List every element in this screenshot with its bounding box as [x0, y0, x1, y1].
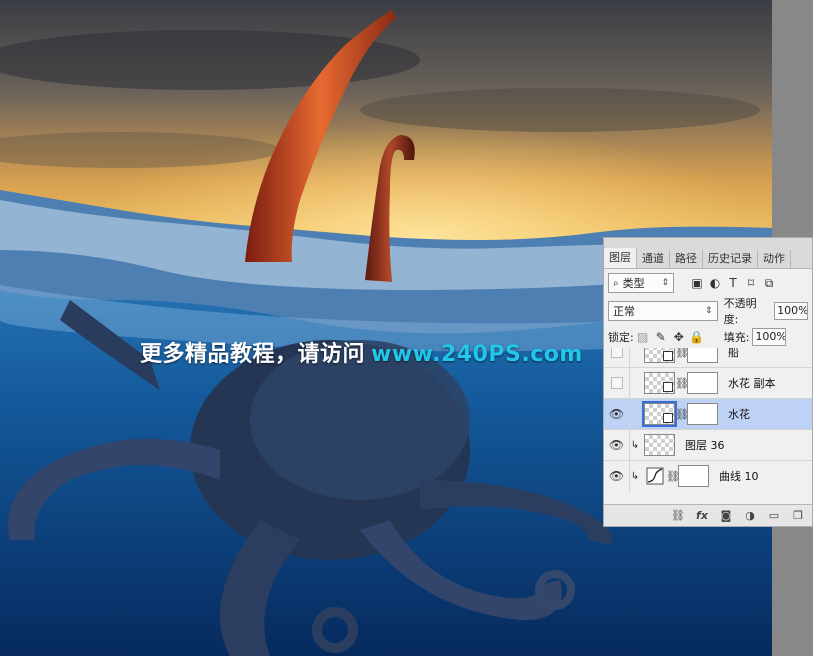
filter-shape-icon[interactable]: ⌑ [742, 276, 760, 291]
chain-icon[interactable]: ⛓ [675, 348, 689, 359]
chain-icon[interactable]: ⛓ [666, 470, 680, 483]
layer-thumbnail [644, 434, 675, 456]
search-icon: ⌕ [613, 277, 619, 289]
lock-all-icon[interactable]: 🔒 [688, 330, 706, 344]
lock-move-icon[interactable]: ✥ [670, 330, 688, 344]
visibility-toggle[interactable] [604, 348, 630, 368]
tab-layers[interactable]: 图层 [604, 248, 637, 268]
layer-mask-thumbnail [687, 372, 718, 394]
curves-adjustment-icon [644, 465, 666, 487]
layer-row-splash[interactable]: 👁 ⛓ 水花 [604, 398, 812, 430]
lock-brush-icon[interactable]: ✎ [652, 330, 670, 344]
fill-input[interactable]: 100% [752, 328, 787, 346]
layer-name: 图层 36 [685, 439, 725, 452]
layer-mask-thumbnail [678, 465, 709, 487]
layer-mask-thumbnail [687, 403, 718, 425]
fx-icon[interactable]: fx [690, 509, 714, 522]
filter-type-select[interactable]: ⌕ 类型 ⇕ [608, 273, 674, 293]
adjustment-icon[interactable]: ◑ [738, 509, 762, 522]
lock-row: 锁定: ▨ ✎ ✥ 🔒 填充: 100% [604, 325, 812, 349]
visibility-toggle[interactable]: 👁 [604, 398, 630, 430]
layer-thumbnail [644, 348, 675, 363]
hidden-box-icon [610, 348, 623, 358]
eye-icon: 👁 [608, 407, 625, 421]
filter-row: ⌕ 类型 ⇕ ▣ ◐ T ⌑ ⧉ [604, 269, 812, 297]
layer-thumbnail [644, 372, 675, 394]
watermark-url: www.240PS.com [371, 342, 583, 367]
blend-mode-value: 正常 [613, 305, 635, 318]
clipping-arrow-icon: ↳ [630, 470, 640, 482]
layer-name: 船 [728, 348, 739, 359]
filter-pixel-icon[interactable]: ▣ [688, 276, 706, 291]
filter-type-label: 类型 [622, 277, 645, 290]
folder-icon[interactable]: ▭ [762, 509, 786, 522]
tab-channels[interactable]: 通道 [637, 250, 670, 268]
filter-adjustment-icon[interactable]: ◐ [706, 276, 724, 291]
layers-list: ⛓ 船 ⛓ 水花 副本 👁 ⛓ 水花 👁 ↳ 图层 36 👁 ↳ ⛓ 曲线 10 [604, 348, 812, 506]
layer-mask-thumbnail [687, 348, 718, 363]
eye-icon: 👁 [608, 438, 625, 452]
layer-name: 水花 副本 [728, 377, 776, 390]
visibility-toggle[interactable]: 👁 [604, 460, 630, 492]
link-icon[interactable]: ⛓ [666, 509, 690, 522]
smart-object-icon [663, 382, 673, 392]
smart-object-icon [663, 413, 673, 423]
new-layer-icon[interactable]: ❐ [786, 509, 810, 522]
opacity-input[interactable]: 100% [774, 302, 809, 320]
panel-bottom-bar: ⛓ fx ◙ ◑ ▭ ❐ [604, 504, 812, 526]
layer-row-curves-10[interactable]: 👁 ↳ ⛓ 曲线 10 [604, 460, 812, 492]
layer-name: 水花 [728, 408, 750, 421]
blend-row: 正常 ⇕ 不透明度: 100% [604, 297, 812, 326]
tab-actions[interactable]: 动作 [758, 250, 791, 268]
tab-history[interactable]: 历史记录 [703, 250, 758, 268]
lock-label: 锁定: [608, 331, 634, 344]
panel-tabs: 图层 通道 路径 历史记录 动作 [604, 238, 812, 269]
layer-row-splash-copy[interactable]: ⛓ 水花 副本 [604, 367, 812, 399]
clipping-arrow-icon: ↳ [630, 439, 640, 451]
updown-arrow-icon: ⇕ [705, 306, 713, 316]
blend-mode-select[interactable]: 正常 ⇕ [608, 301, 718, 321]
filter-smart-object-icon[interactable]: ⧉ [760, 276, 778, 291]
chain-icon[interactable]: ⛓ [675, 377, 689, 390]
layer-row-ship[interactable]: ⛓ 船 [604, 348, 812, 368]
mask-icon[interactable]: ◙ [714, 509, 738, 522]
watermark: 更多精品教程，请访问 www.240PS.com [140, 336, 583, 368]
hidden-box-icon [610, 377, 623, 389]
eye-icon: 👁 [608, 469, 625, 483]
watermark-chinese-text: 更多精品教程，请访问 [140, 342, 366, 367]
fill-label: 填充: [723, 331, 750, 344]
lock-transparent-icon[interactable]: ▨ [634, 330, 652, 344]
visibility-toggle[interactable] [604, 367, 630, 399]
layers-panel: 图层 通道 路径 历史记录 动作 ⌕ 类型 ⇕ ▣ ◐ T ⌑ ⧉ 正常 ⇕ 不… [603, 237, 813, 527]
chain-icon[interactable]: ⛓ [675, 408, 689, 421]
layer-row-layer-36[interactable]: 👁 ↳ 图层 36 [604, 429, 812, 461]
opacity-label: 不透明度: [723, 297, 757, 326]
filter-type-icon[interactable]: T [724, 276, 742, 291]
tab-paths[interactable]: 路径 [670, 250, 703, 268]
updown-arrow-icon: ⇕ [661, 278, 669, 288]
smart-object-icon [663, 351, 673, 361]
visibility-toggle[interactable]: 👁 [604, 429, 630, 461]
layer-thumbnail [642, 401, 677, 427]
layer-name: 曲线 10 [719, 470, 759, 483]
